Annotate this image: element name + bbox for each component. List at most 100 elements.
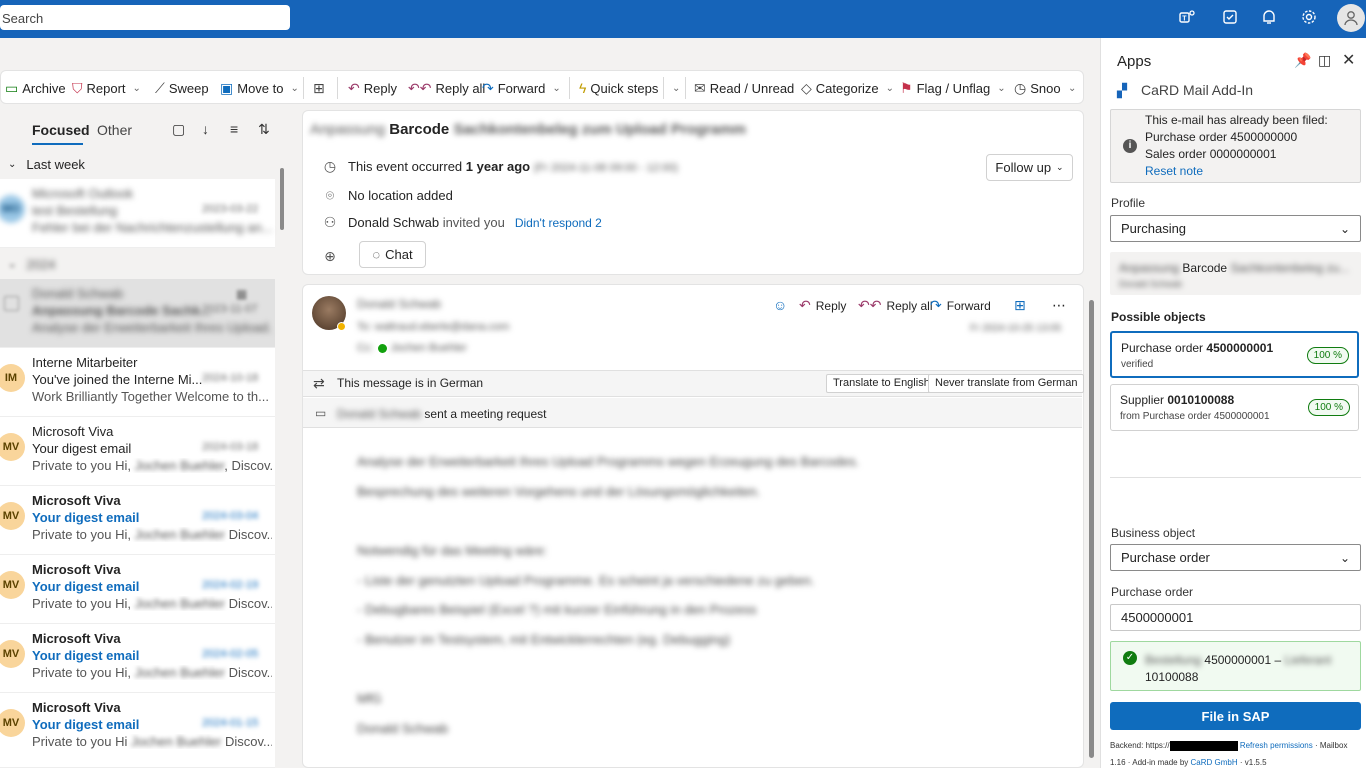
- list-scrollbar[interactable]: [280, 168, 284, 230]
- teams-icon[interactable]: T: [1176, 8, 1198, 30]
- reply-all-button[interactable]: ↶↶ Reply all: [408, 71, 485, 105]
- list-item[interactable]: MV Microsoft Viva Your digest email 2024…: [0, 555, 275, 624]
- list-item-selected[interactable]: Donald Schwab Anpassung Barcode Sachk...…: [0, 279, 275, 348]
- message-card: [302, 284, 1084, 768]
- todo-icon[interactable]: [1219, 8, 1241, 30]
- info-icon: i: [1123, 139, 1137, 153]
- popout-icon[interactable]: ◫: [1318, 52, 1331, 69]
- quick-steps-dropdown[interactable]: ⌄: [669, 71, 680, 105]
- avatar: IM: [0, 364, 25, 392]
- read-unread-button[interactable]: ✉ Read / Unread: [694, 71, 794, 105]
- chat-button[interactable]: ◌ Chat: [359, 241, 426, 268]
- globe-row: ⊕: [322, 248, 338, 265]
- body-line: - Benutzer im Testsystem, mit Entwickler…: [357, 632, 731, 647]
- card-gmbh-link[interactable]: CaRD GmbH: [1191, 758, 1238, 767]
- body-line: Besprechung des weiteren Vorgehens und d…: [357, 484, 761, 499]
- file-in-sap-button[interactable]: File in SAP: [1110, 702, 1361, 730]
- body-line: - Debugbares Beispiel (Excel ?) mit kurz…: [357, 602, 757, 617]
- presence-icon: [377, 343, 387, 353]
- presence-icon: [337, 322, 346, 331]
- archive-icon: ▭: [5, 79, 19, 96]
- divider: [1110, 477, 1361, 478]
- broom-icon: ⟋: [155, 79, 165, 96]
- translate-button[interactable]: Translate to English: [826, 374, 937, 393]
- select-icon[interactable]: ▢: [172, 121, 185, 138]
- quick-steps-button[interactable]: ϟ Quick steps: [579, 71, 658, 105]
- list-item[interactable]: MO Microsoft Outlook test Bestellung 202…: [0, 179, 275, 248]
- move-to-button[interactable]: ▣ Move to ⌄: [220, 71, 299, 105]
- business-object-label: Business object: [1111, 526, 1196, 540]
- refresh-permissions-link[interactable]: Refresh permissions: [1240, 741, 1313, 750]
- chevron-down-icon: ⌄: [552, 82, 561, 94]
- sort-icon[interactable]: ⇅: [258, 121, 270, 138]
- match-badge: 100 %: [1307, 399, 1350, 416]
- sender-name[interactable]: Donald Schwab: [357, 297, 441, 311]
- checkbox[interactable]: [4, 296, 19, 311]
- reply-all-icon: ↶↶: [858, 297, 882, 313]
- redacted-url: [1169, 741, 1238, 751]
- translate-text: This message is in German: [337, 376, 484, 390]
- filter-icon[interactable]: ≡: [230, 121, 238, 137]
- sweep-button[interactable]: ⟋ Sweep: [155, 71, 209, 105]
- possible-object-supplier[interactable]: Supplier 0010100088 from Purchase order …: [1110, 384, 1359, 431]
- list-item[interactable]: MV Microsoft Viva Your digest email 2024…: [0, 417, 275, 486]
- follow-up-button[interactable]: Follow up ⌄: [986, 154, 1073, 181]
- avatar: MV: [0, 640, 25, 668]
- body-line: MfG: [357, 691, 382, 706]
- close-icon[interactable]: ✕: [1342, 50, 1355, 70]
- reply-button[interactable]: ↶ Reply: [348, 71, 397, 105]
- forward-button[interactable]: ↷ Forward ⌄: [482, 71, 561, 105]
- list-item[interactable]: MV Microsoft Viva Your digest email 2024…: [0, 486, 275, 555]
- possible-object-purchase-order[interactable]: Purchase order 4500000001 verified 100 %: [1110, 331, 1359, 378]
- chevron-down-icon: ⌄: [885, 82, 895, 94]
- profile-select[interactable]: Purchasing ⌄: [1110, 215, 1361, 242]
- purchase-order-label: Purchase order: [1111, 585, 1194, 599]
- archive-button[interactable]: ▭ Archive: [5, 71, 66, 105]
- categorize-button[interactable]: ◇ Categorize ⌄: [801, 71, 894, 105]
- chevron-down-icon: ⌄: [132, 82, 141, 94]
- ribbon-overflow-button[interactable]: ⌄: [1065, 71, 1076, 105]
- reset-note-link[interactable]: Reset note: [1145, 163, 1328, 180]
- list-item[interactable]: IM Interne Mitarbeiter You've joined the…: [0, 348, 275, 417]
- chevron-down-icon: ⌄: [8, 258, 17, 270]
- emoji-button[interactable]: ☺: [773, 297, 787, 313]
- bell-icon[interactable]: [1258, 8, 1280, 30]
- gear-icon[interactable]: [1298, 8, 1320, 30]
- list-item[interactable]: MV Microsoft Viva Your digest email 2024…: [0, 624, 275, 693]
- account-icon[interactable]: [1337, 4, 1365, 32]
- avatar: MO: [0, 195, 25, 223]
- pin-icon[interactable]: 📌: [1294, 52, 1311, 69]
- snooze-button[interactable]: ◷ Snoo: [1014, 71, 1061, 105]
- message-forward-button[interactable]: ↷ Forward: [930, 297, 991, 314]
- envelope-icon: ✉: [694, 79, 706, 96]
- flag-unflag-button[interactable]: ⚑ Flag / Unflag ⌄: [900, 71, 1006, 105]
- report-button[interactable]: ⛉ Report ⌄: [72, 71, 141, 105]
- tab-other[interactable]: Other: [97, 122, 132, 138]
- body-line: Donald Schwab: [357, 721, 449, 736]
- purchase-order-input[interactable]: 4500000001: [1110, 604, 1361, 631]
- group-header-last-week[interactable]: ⌄ Last week: [0, 149, 275, 179]
- meeting-text: Donald Schwab sent a meeting request: [337, 407, 547, 421]
- message-reply-button[interactable]: ↶ Reply: [799, 297, 846, 314]
- chevron-down-icon: ⌄: [997, 82, 1006, 94]
- jump-to-icon[interactable]: ↓: [202, 121, 209, 137]
- to-line: To: waltraud.eberle@dana.com: [357, 321, 510, 333]
- reading-scrollbar[interactable]: [1089, 300, 1094, 758]
- more-actions-button[interactable]: ⋯: [1052, 297, 1066, 314]
- tag-icon: ◇: [801, 79, 812, 96]
- mail-summary-subject: Anpassung Barcode Sachkontenbeleg zu...: [1119, 261, 1350, 275]
- location-row: ⌾ No location added: [322, 187, 453, 204]
- addin-grid-button[interactable]: ⊞: [1014, 297, 1026, 314]
- chat-icon: ◌: [372, 247, 381, 262]
- list-item[interactable]: MV Microsoft Viva Your digest email 2024…: [0, 693, 275, 768]
- message-reply-all-button[interactable]: ↶↶ Reply all: [858, 297, 933, 314]
- possible-objects-heading: Possible objects: [1111, 310, 1206, 324]
- never-translate-button[interactable]: Never translate from German: [928, 374, 1085, 393]
- didnt-respond-link[interactable]: Didn't respond 2: [515, 216, 602, 230]
- business-object-select[interactable]: Purchase order ⌄: [1110, 544, 1361, 571]
- group-header-2024[interactable]: ⌄ 2024: [0, 249, 275, 279]
- calendar-icon: ▭: [315, 406, 327, 420]
- tab-focused[interactable]: Focused: [32, 122, 90, 138]
- apps-grid-button[interactable]: ⊞: [313, 71, 325, 105]
- search-input[interactable]: Search: [0, 5, 290, 30]
